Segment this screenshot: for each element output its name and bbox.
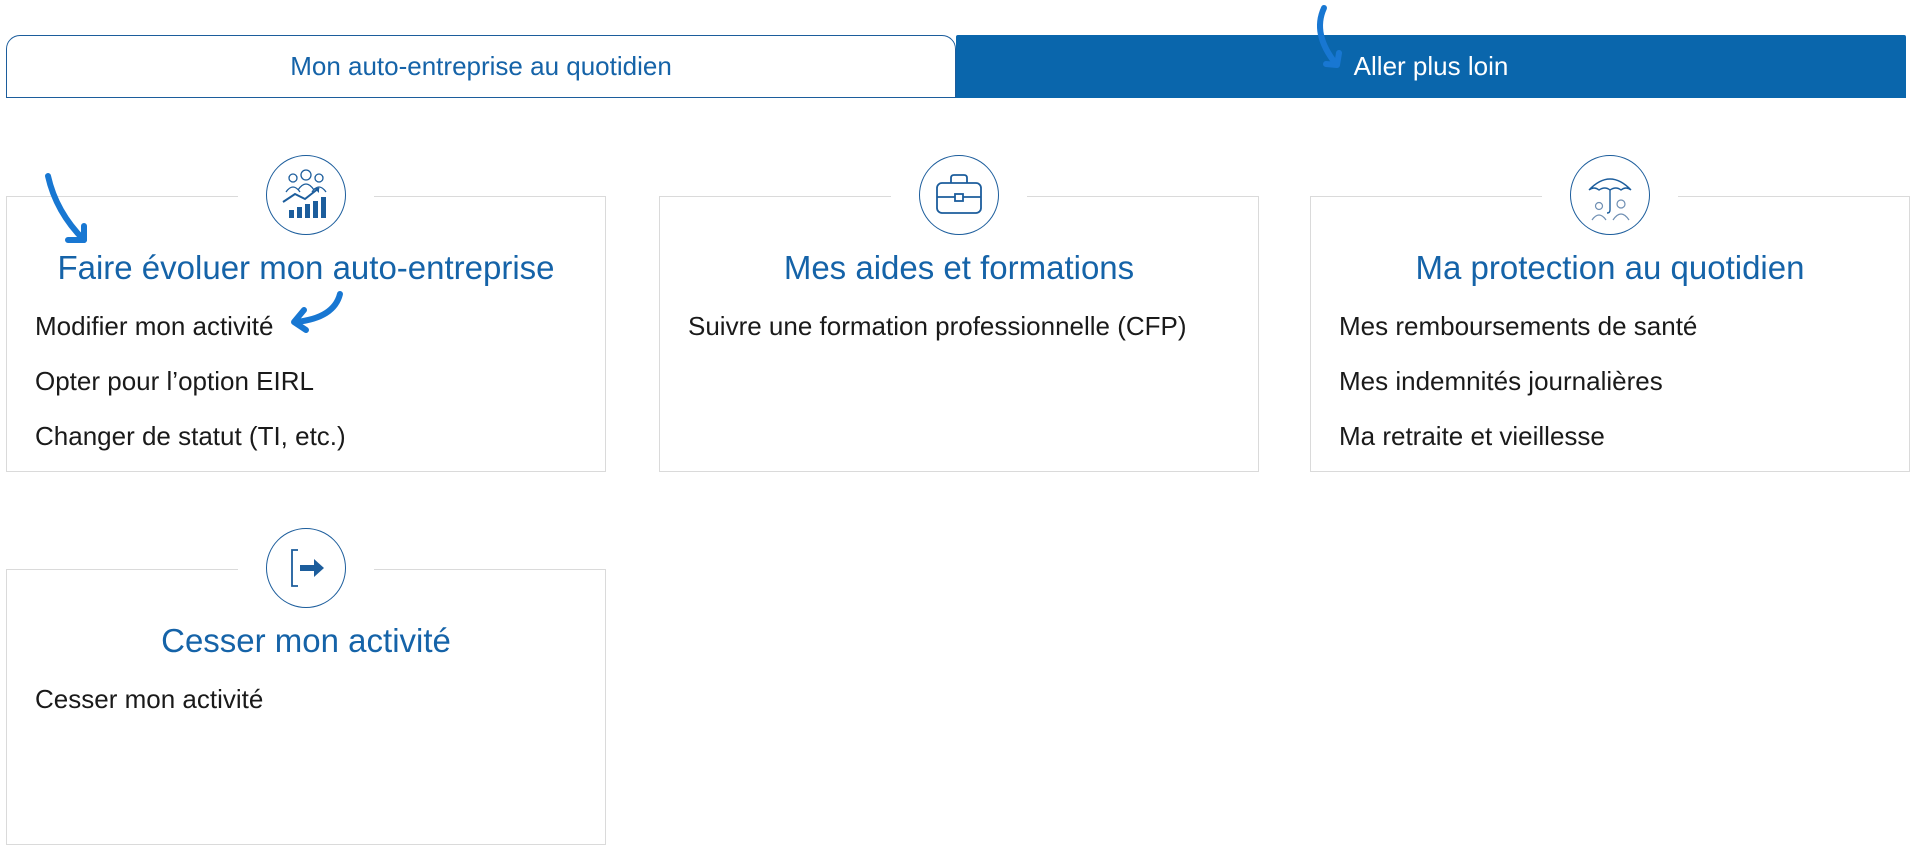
link-cesser-activite[interactable]: Cesser mon activité — [35, 684, 263, 739]
link-remboursements-sante[interactable]: Mes remboursements de santé — [1339, 311, 1697, 366]
card-title: Cesser mon activité — [161, 622, 451, 659]
briefcase-icon — [919, 155, 999, 235]
link-retraite-vieillesse[interactable]: Ma retraite et vieillesse — [1339, 421, 1697, 476]
card-links: Suivre une formation professionnelle (CF… — [688, 311, 1187, 366]
link-option-eirl[interactable]: Opter pour l’option EIRL — [35, 366, 346, 421]
link-indemnites-journalieres[interactable]: Mes indemnités journalières — [1339, 366, 1697, 421]
card-aides-formations: Mes aides et formations Suivre une forma… — [659, 155, 1259, 472]
card-title: Faire évoluer mon auto-entreprise — [57, 249, 555, 286]
tab-label: Aller plus loin — [1353, 51, 1509, 81]
card-links: Mes remboursements de santé Mes indemnit… — [1339, 311, 1697, 476]
umbrella-family-icon — [1570, 155, 1650, 235]
growth-chart-icon — [266, 155, 346, 235]
tab-aller-plus-loin[interactable]: Aller plus loin — [956, 35, 1906, 98]
tab-mon-auto-entreprise[interactable]: Mon auto-entreprise au quotidien — [6, 35, 956, 98]
card-title: Ma protection au quotidien — [1415, 249, 1805, 286]
link-formation-professionnelle[interactable]: Suivre une formation professionnelle (CF… — [688, 311, 1187, 366]
tab-label: Mon auto-entreprise au quotidien — [290, 51, 672, 81]
card-title: Mes aides et formations — [783, 249, 1135, 286]
card-protection: Ma protection au quotidien Mes rembourse… — [1310, 155, 1910, 472]
page: Mon auto-entreprise au quotidien Aller p… — [0, 0, 1920, 861]
card-faire-evoluer: Faire évoluer mon auto-entreprise Modifi… — [6, 155, 606, 472]
card-links: Modifier mon activité Opter pour l’optio… — [35, 311, 346, 476]
exit-arrow-icon — [266, 528, 346, 608]
link-changer-statut[interactable]: Changer de statut (TI, etc.) — [35, 421, 346, 476]
card-links: Cesser mon activité — [35, 684, 263, 739]
card-cesser-activite: Cesser mon activité Cesser mon activité — [6, 528, 606, 845]
link-modifier-activite[interactable]: Modifier mon activité — [35, 311, 346, 366]
